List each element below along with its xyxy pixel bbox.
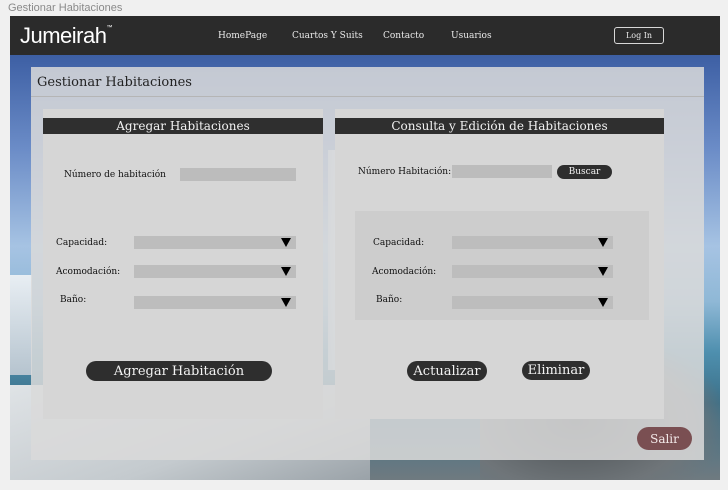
title-divider [31,96,704,97]
query-room-card: Consulta y Edición de Habitaciones Númer… [335,109,664,419]
accommodation-select[interactable] [134,265,296,278]
nav-link-rooms[interactable]: Cuartos Y Suits [292,31,363,41]
edit-capacity-label: Capacidad: [373,238,425,248]
search-button[interactable]: Buscar [557,165,612,179]
update-button[interactable]: Actualizar [407,361,487,381]
query-room-number-input[interactable] [452,165,552,178]
brand-logo[interactable]: Jumeirah™ [20,23,112,49]
main-panel: Gestionar Habitaciones Agregar Habitacio… [31,67,704,460]
room-number-input[interactable] [180,168,296,181]
background-building [10,275,32,375]
login-button[interactable]: Log In [614,27,664,44]
brand-name: Jumeirah [20,23,107,48]
bathroom-select[interactable] [134,296,296,309]
delete-button[interactable]: Eliminar [522,361,590,380]
triangle-down-icon [281,267,291,276]
bathroom-label: Baño: [60,295,87,305]
add-room-heading: Agregar Habitaciones [43,118,323,134]
triangle-down-icon [598,298,608,307]
nav-link-contact[interactable]: Contacto [383,31,424,41]
edit-bathroom-label: Baño: [376,295,403,305]
top-navbar: Jumeirah™ HomePage Cuartos Y Suits Conta… [10,16,720,55]
edit-accommodation-label: Acomodación: [372,267,437,277]
nav-link-users[interactable]: Usuarios [451,31,492,41]
nav-link-homepage[interactable]: HomePage [218,31,267,41]
room-number-label: Número de habitación [64,170,166,180]
triangle-down-icon [281,238,291,247]
edit-fields-box: Capacidad: Acomodación: Baño: [355,211,649,320]
add-room-card: Agregar Habitaciones Número de habitació… [43,109,323,419]
exit-button[interactable]: Salir [637,427,692,450]
triangle-down-icon [281,298,291,307]
accommodation-label: Acomodación: [56,267,121,277]
triangle-down-icon [598,238,608,247]
edit-capacity-select[interactable] [452,236,613,249]
add-room-button[interactable]: Agregar Habitación [86,361,272,381]
edit-accommodation-select[interactable] [452,265,613,278]
triangle-down-icon [598,267,608,276]
edit-bathroom-select[interactable] [452,296,613,309]
window-title: Gestionar Habitaciones [8,2,123,14]
brand-trademark: ™ [106,25,112,31]
page-title: Gestionar Habitaciones [37,75,192,90]
capacity-label: Capacidad: [56,238,108,248]
query-room-heading: Consulta y Edición de Habitaciones [335,118,664,134]
query-room-number-label: Número Habitación: [358,167,452,177]
capacity-select[interactable] [134,236,296,249]
